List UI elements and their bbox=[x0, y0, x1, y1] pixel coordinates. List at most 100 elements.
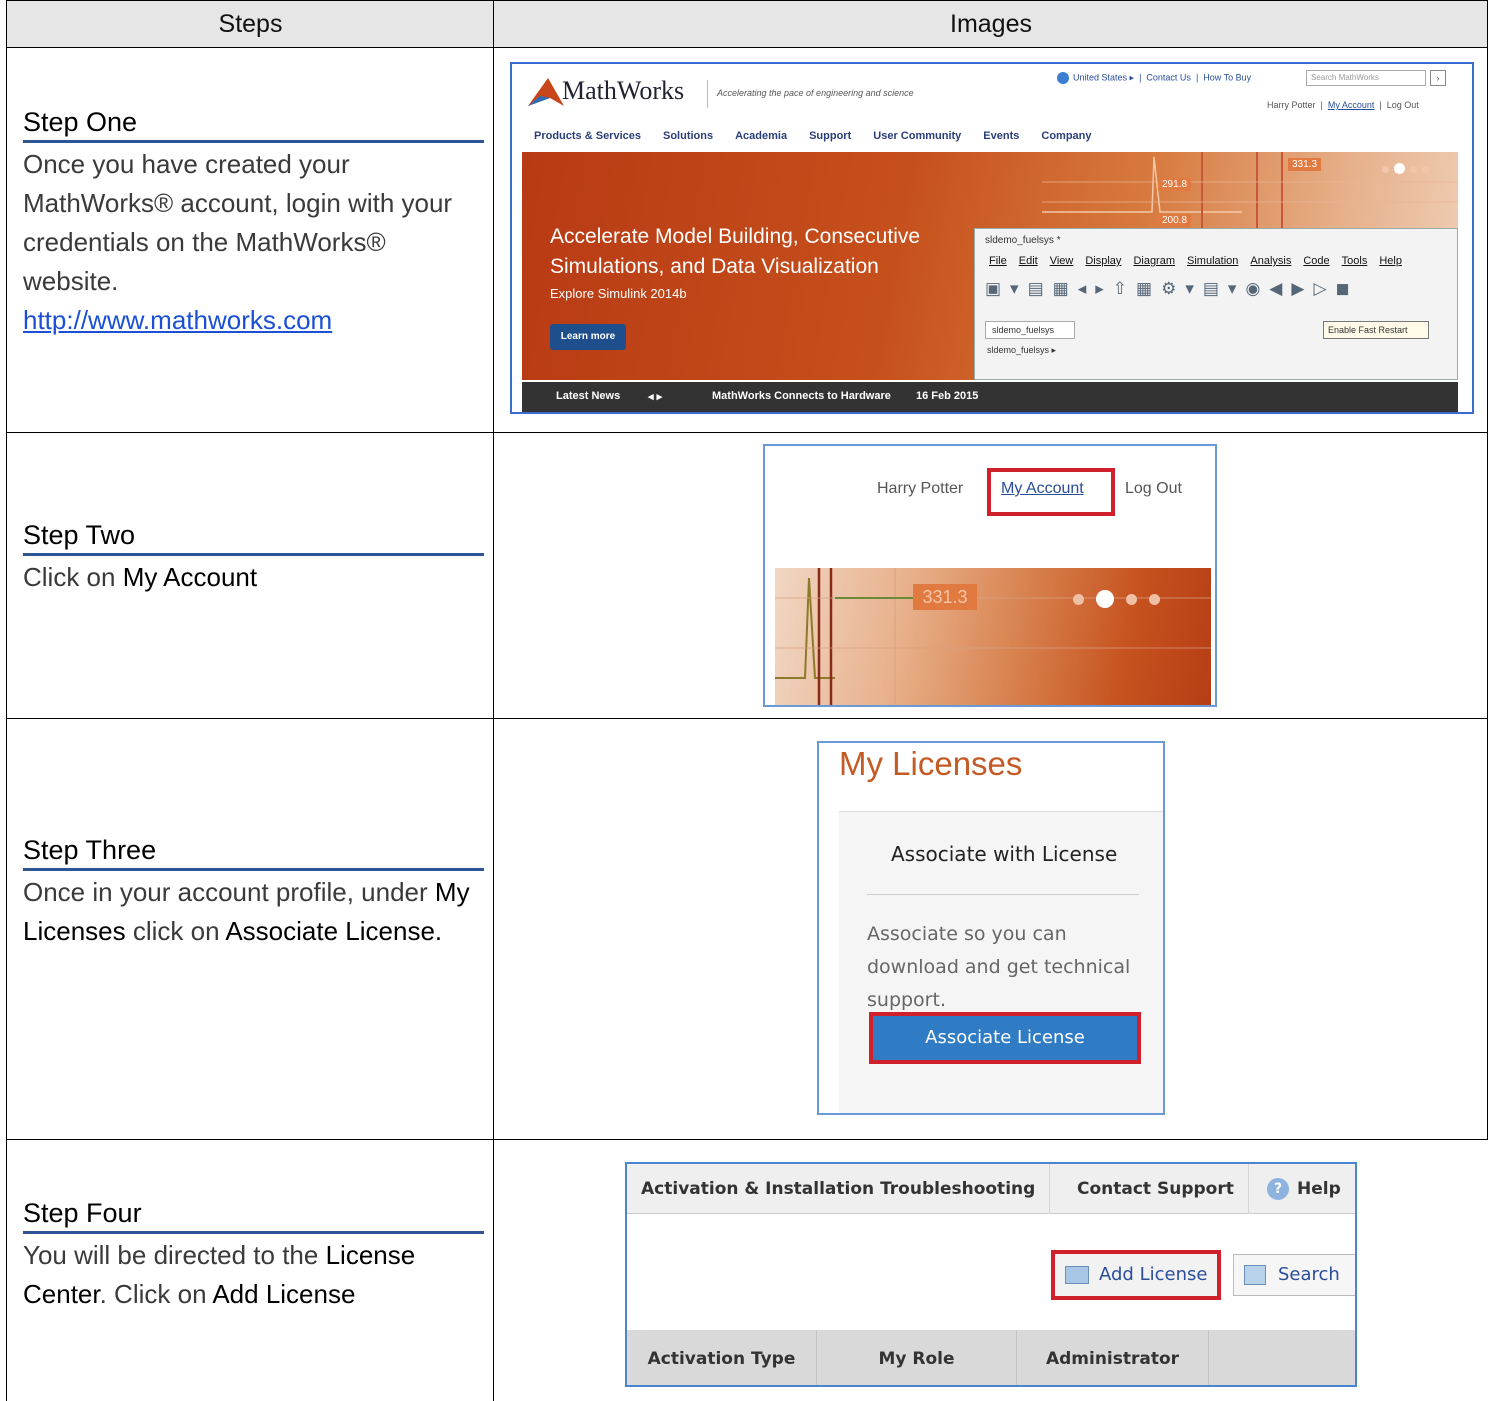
contact-link[interactable]: Contact Us bbox=[1146, 72, 1191, 82]
user-name: Harry Potter bbox=[877, 480, 964, 497]
add-license-label: Add License bbox=[1099, 1264, 1208, 1285]
nav-academia[interactable]: Academia bbox=[735, 130, 787, 142]
add-license-button[interactable]: Add License bbox=[1051, 1250, 1221, 1300]
menu-code[interactable]: Code bbox=[1303, 255, 1329, 267]
learn-more-button[interactable]: Learn more bbox=[550, 324, 626, 350]
step-two-title: Step Two bbox=[23, 517, 484, 556]
hero-banner: 291.8 200.8 331.3 Accelerate Model Build… bbox=[522, 152, 1458, 380]
nav-events[interactable]: Events bbox=[983, 130, 1019, 142]
search-button[interactable]: › bbox=[1430, 70, 1446, 86]
row-separator-3 bbox=[6, 1139, 1488, 1140]
how-to-buy-link[interactable]: How To Buy bbox=[1203, 72, 1251, 82]
license-center-tabs: Activation & Installation Troubleshootin… bbox=[627, 1164, 1355, 1214]
card-divider bbox=[867, 894, 1139, 895]
logout-link[interactable]: Log Out bbox=[1387, 100, 1419, 110]
latest-news-bar: Latest News ◂ ▸ MathWorks Connects to Ha… bbox=[522, 382, 1458, 412]
carousel-dot[interactable] bbox=[1422, 166, 1429, 173]
row-separator-1 bbox=[6, 432, 1488, 433]
header-images: Images bbox=[950, 10, 1032, 38]
model-tab[interactable]: sldemo_fuelsys bbox=[985, 321, 1075, 339]
carousel-dots[interactable] bbox=[1073, 590, 1172, 608]
add-license-icon bbox=[1065, 1266, 1089, 1284]
my-account-link[interactable]: My Account bbox=[1328, 100, 1375, 110]
plot-value-1: 291.8 bbox=[1158, 178, 1192, 191]
step-three-text: Once in your account profile, under My L… bbox=[23, 873, 485, 951]
nav-company[interactable]: Company bbox=[1041, 130, 1091, 142]
associate-license-button[interactable]: Associate License bbox=[869, 1012, 1141, 1064]
step-two-text-pre: Click on bbox=[23, 562, 123, 592]
help-icon: ? bbox=[1267, 1178, 1289, 1200]
carousel-dot-active[interactable] bbox=[1394, 163, 1405, 175]
header-steps: Steps bbox=[218, 10, 283, 38]
news-label: Latest News bbox=[556, 390, 621, 402]
mathworks-link[interactable]: http://www.mathworks.com bbox=[23, 305, 332, 335]
banner-subtitle: Explore Simulink 2014b bbox=[550, 286, 687, 301]
table-divider bbox=[493, 0, 494, 1401]
carousel-dot[interactable] bbox=[1149, 593, 1160, 605]
nav-products[interactable]: Products & Services bbox=[534, 130, 641, 142]
logout-link[interactable]: Log Out bbox=[1125, 480, 1182, 498]
menu-analysis[interactable]: Analysis bbox=[1250, 255, 1291, 267]
model-breadcrumb[interactable]: sldemo_fuelsys ▸ bbox=[987, 345, 1056, 356]
search-label: Search bbox=[1278, 1264, 1340, 1285]
step-three-keyword-associate: Associate License. bbox=[225, 916, 443, 946]
step-two-keyword: My Account bbox=[122, 562, 258, 592]
step-one-cell: Step One Once you have created your Math… bbox=[6, 104, 493, 340]
menu-display[interactable]: Display bbox=[1085, 255, 1121, 267]
tab-troubleshooting[interactable]: Activation & Installation Troubleshootin… bbox=[627, 1164, 1051, 1214]
nav-support[interactable]: Support bbox=[809, 130, 851, 142]
menu-diagram[interactable]: Diagram bbox=[1133, 255, 1175, 267]
user-name: Harry Potter bbox=[1267, 100, 1316, 110]
carousel-dot[interactable] bbox=[1126, 593, 1137, 605]
associate-card-title: Associate with License bbox=[891, 842, 1118, 866]
plot-value: 331.3 bbox=[913, 584, 977, 610]
search-button[interactable]: Search bbox=[1233, 1254, 1355, 1296]
step-four-text-pre: You will be directed to the bbox=[23, 1240, 326, 1270]
banner-title: Accelerate Model Building, Consecutive S… bbox=[550, 225, 921, 278]
search-input[interactable]: Search MathWorks bbox=[1306, 70, 1426, 86]
tab-contact-support[interactable]: Contact Support bbox=[1063, 1164, 1249, 1214]
carousel-dot-active[interactable] bbox=[1096, 590, 1114, 608]
column-activation-type[interactable]: Activation Type bbox=[627, 1330, 817, 1385]
menu-file[interactable]: File bbox=[989, 255, 1007, 267]
my-licenses-screenshot: My Licenses Associate with License Assoc… bbox=[817, 741, 1165, 1115]
fast-restart-tooltip: Enable Fast Restart bbox=[1323, 321, 1429, 339]
step-four-keyword-add: Add License bbox=[212, 1279, 356, 1309]
nav-community[interactable]: User Community bbox=[873, 130, 961, 142]
carousel-dot[interactable] bbox=[1073, 593, 1084, 605]
help-label: Help bbox=[1297, 1179, 1341, 1199]
simulink-toolbar[interactable]: ▣▾▤▦◂▸⇧▦⚙▾▤▾◉◀▶▷◼ bbox=[985, 279, 1359, 299]
column-administrator[interactable]: Administrator bbox=[1017, 1330, 1209, 1385]
menu-tools[interactable]: Tools bbox=[1342, 255, 1368, 267]
carousel-dots[interactable] bbox=[1382, 160, 1434, 178]
mathworks-brand: MathWorks bbox=[562, 76, 685, 105]
globe-icon bbox=[1057, 72, 1069, 84]
main-nav: Products & Services Solutions Academia Supp… bbox=[534, 130, 1114, 142]
step-four-title: Step Four bbox=[23, 1195, 484, 1234]
license-table-header: Activation Type My Role Administrator bbox=[627, 1330, 1355, 1385]
step-four-text-mid: . Click on bbox=[99, 1279, 213, 1309]
country-link[interactable]: United States ▸ bbox=[1073, 72, 1134, 82]
signal-plot-graphic bbox=[775, 568, 1211, 705]
menu-edit[interactable]: Edit bbox=[1019, 255, 1038, 267]
carousel-dot[interactable] bbox=[1382, 166, 1389, 173]
step-three-text-pre: Once in your account profile, under bbox=[23, 877, 435, 907]
menu-simulation[interactable]: Simulation bbox=[1187, 255, 1238, 267]
step-two-text: Click on My Account bbox=[23, 558, 483, 597]
nav-solutions[interactable]: Solutions bbox=[663, 130, 713, 142]
tab-help[interactable]: ? Help bbox=[1253, 1164, 1355, 1214]
news-arrows[interactable]: ◂ ▸ bbox=[648, 390, 662, 403]
menu-help[interactable]: Help bbox=[1379, 255, 1402, 267]
table-header: Steps Images bbox=[6, 0, 1488, 48]
user-links: Harry Potter | My Account | Log Out bbox=[1267, 100, 1419, 110]
mathworks-tagline: Accelerating the pace of engineering and… bbox=[717, 88, 914, 98]
license-center-screenshot: Activation & Installation Troubleshootin… bbox=[625, 1162, 1357, 1387]
row-separator-2 bbox=[6, 718, 1488, 719]
column-my-role[interactable]: My Role bbox=[817, 1330, 1017, 1385]
news-item[interactable]: MathWorks Connects to Hardware bbox=[712, 390, 891, 402]
mathworks-logo-icon bbox=[528, 78, 564, 106]
table-border-right bbox=[1487, 0, 1488, 1140]
menu-view[interactable]: View bbox=[1050, 255, 1074, 267]
carousel-dot[interactable] bbox=[1410, 166, 1417, 173]
my-account-screenshot: Harry Potter My Account Log Out 331.3 bbox=[763, 444, 1217, 707]
